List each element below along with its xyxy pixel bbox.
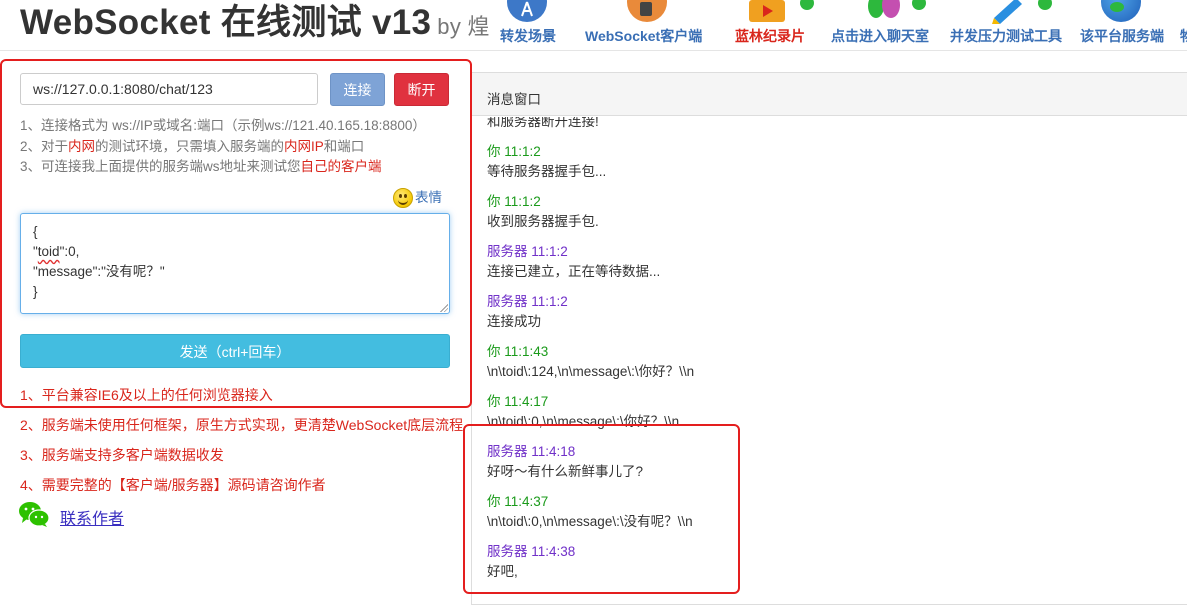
- nav-chatroom[interactable]: 点击进入聊天室: [831, 26, 929, 46]
- message-window-title: 消息窗口: [487, 92, 541, 107]
- page-title: WebSocket 在线测试 v13 by 煌: [20, 0, 490, 45]
- message-sender: 服务器 11:1:2: [487, 244, 568, 259]
- author-byline: by 煌: [437, 14, 490, 39]
- server-globe-icon[interactable]: [1098, 0, 1144, 24]
- header-divider: [0, 50, 1187, 51]
- message-sender: 你 11:1:2: [487, 194, 541, 209]
- message-sender: 你 11:1:2: [487, 144, 541, 159]
- feature-item: 3、服务端支持多客户端数据收发: [20, 447, 224, 463]
- message-sender: 你 11:1:43: [487, 344, 549, 359]
- message-window-header: [472, 73, 1187, 116]
- message-text: 和服务器断开连接!: [487, 117, 599, 129]
- stress-badge-icon: [1038, 0, 1052, 10]
- client-icon[interactable]: [624, 0, 670, 24]
- forward-icon[interactable]: [504, 0, 550, 24]
- message-text: \n\toid\:124,\n\message\:\你好？\\n: [487, 364, 695, 379]
- nav-stress-test[interactable]: 并发压力测试工具: [950, 26, 1062, 46]
- nav-more[interactable]: 物: [1180, 26, 1187, 46]
- chatroom-badge-icon: [912, 0, 926, 10]
- wechat-icon: [19, 502, 50, 527]
- page-title-text: WebSocket 在线测试 v13: [20, 3, 432, 42]
- nav-documentary[interactable]: 蓝林纪录片: [735, 26, 805, 46]
- message-text: 收到服务器握手包.: [487, 214, 599, 229]
- message-sender: 服务器 11:1:2: [487, 294, 568, 309]
- stress-test-icon[interactable]: [988, 0, 1034, 24]
- chatroom-icon[interactable]: [862, 0, 908, 24]
- message-text: 等待服务器握手包...: [487, 164, 607, 179]
- video-badge-icon: [800, 0, 814, 10]
- feature-item: 2、服务端未使用任何框架，原生方式实现，更清楚WebSocket底层流程: [20, 417, 464, 433]
- video-icon[interactable]: [747, 0, 793, 24]
- contact-author-link[interactable]: 联系作者: [60, 505, 124, 529]
- nav-forward-scene[interactable]: 转发场景: [500, 26, 556, 46]
- message-sender: 你 11:4:17: [487, 394, 549, 409]
- message-text: 连接成功: [487, 314, 541, 329]
- annotation-box-left: [0, 59, 472, 408]
- nav-platform-server[interactable]: 该平台服务端: [1080, 26, 1164, 46]
- feature-item: 4、需要完整的【客户端/服务器】源码请咨询作者: [20, 477, 326, 493]
- message-text: 连接已建立，正在等待数据...: [487, 264, 661, 279]
- annotation-box-right: [463, 424, 740, 594]
- nav-websocket-client[interactable]: WebSocket客户端: [585, 26, 702, 46]
